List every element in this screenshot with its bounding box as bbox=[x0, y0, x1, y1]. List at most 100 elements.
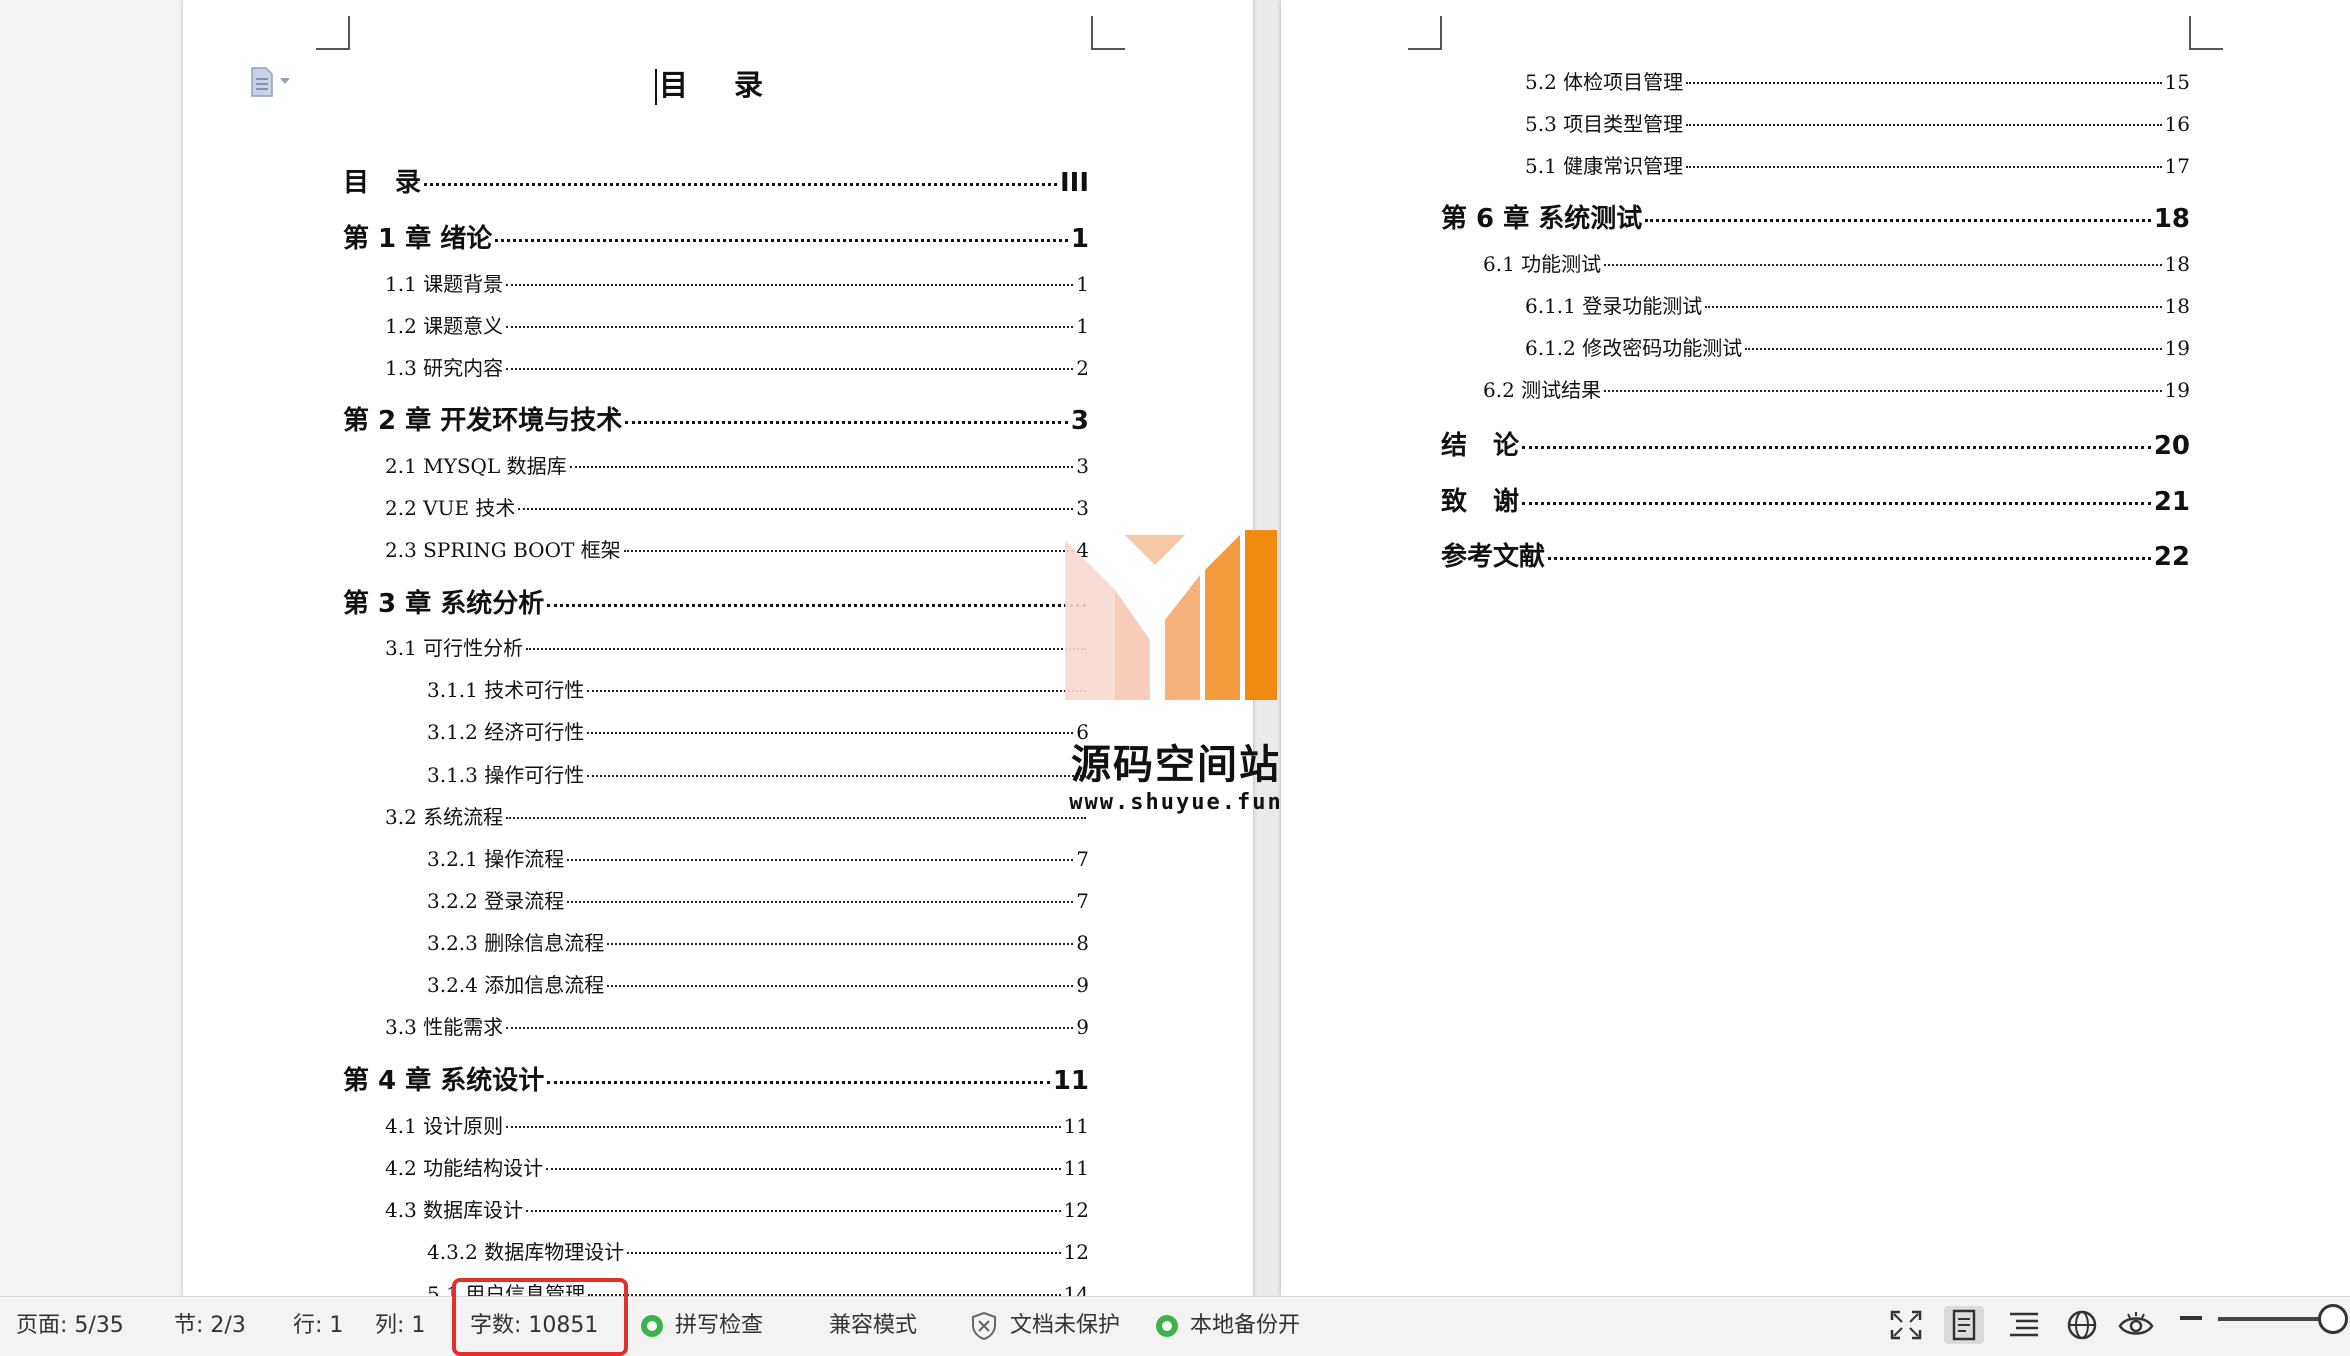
toc-leader-dots bbox=[1686, 124, 2162, 126]
toc-entry-label: 2.3 SPRING BOOT 框架 bbox=[385, 538, 621, 562]
toc-leader-dots bbox=[1686, 166, 2162, 168]
toc-entry[interactable]: 4.3.2 数据库物理设计 12 bbox=[427, 1236, 1089, 1265]
toc-leader-dots bbox=[1705, 306, 2162, 308]
toc-entry[interactable]: 3.1 可行性分析 bbox=[385, 632, 1089, 661]
status-column[interactable]: 列: 1 bbox=[375, 1297, 425, 1355]
toc-entry[interactable]: 6.1.1 登录功能测试 18 bbox=[1525, 290, 2190, 319]
toc-entry-page: 17 bbox=[2164, 154, 2190, 178]
toc-entry[interactable]: 结 论 20 bbox=[1441, 425, 2190, 462]
toc-entry[interactable]: 第 1 章 绪论 1 bbox=[343, 218, 1089, 255]
toc-entry-label: 第 1 章 绪论 bbox=[343, 224, 493, 254]
toc-entry[interactable]: 4.2 功能结构设计 11 bbox=[385, 1152, 1089, 1181]
toc-title[interactable]: 目 录 bbox=[183, 62, 1253, 105]
backup-ok-icon bbox=[1156, 1315, 1178, 1337]
toc-entry-label: 3.3 性能需求 bbox=[385, 1015, 504, 1039]
toc-entry[interactable]: 第 6 章 系统测试 18 bbox=[1441, 198, 2190, 235]
toc-entry[interactable]: 5.1 健康常识管理 17 bbox=[1525, 150, 2190, 179]
reading-mode-eye-icon[interactable] bbox=[2116, 1306, 2156, 1344]
toc-entry[interactable]: 5.3 项目类型管理 16 bbox=[1525, 108, 2190, 137]
toc-entry[interactable]: 6.1.2 修改密码功能测试 19 bbox=[1525, 332, 2190, 361]
toc-entry-page: 21 bbox=[2153, 487, 2190, 517]
toc-entry[interactable]: 3.1.3 操作可行性 bbox=[427, 759, 1089, 788]
toc-entry-label: 3.2.4 添加信息流程 bbox=[427, 973, 605, 997]
toc-entry-label: 3.1.1 技术可行性 bbox=[427, 678, 585, 702]
toc-entry[interactable]: 第 3 章 系统分析 bbox=[343, 583, 1089, 620]
status-backup[interactable]: 本地备份开 bbox=[1156, 1297, 1300, 1355]
status-page[interactable]: 页面: 5/35 bbox=[16, 1297, 124, 1355]
toc-entry-label: 4.3 数据库设计 bbox=[385, 1198, 524, 1222]
toc-entry[interactable]: 目 录 III bbox=[343, 162, 1089, 199]
zoom-slider-handle[interactable] bbox=[2318, 1304, 2348, 1334]
toc-leader-dots bbox=[627, 1252, 1061, 1254]
toc-entry-page: III bbox=[1059, 168, 1089, 198]
toc-entry-page: 18 bbox=[2164, 294, 2190, 318]
zoom-slider-track[interactable] bbox=[2218, 1317, 2330, 1321]
toc-entry[interactable]: 3.2.2 登录流程 7 bbox=[427, 885, 1089, 914]
toc-entry-label: 6.1.2 修改密码功能测试 bbox=[1525, 336, 1743, 360]
toc-leader-dots bbox=[587, 690, 1086, 692]
toc-entry-label: 6.2 测试结果 bbox=[1483, 378, 1602, 402]
toc-entry-page: 15 bbox=[2164, 70, 2190, 94]
zoom-out-icon[interactable] bbox=[2180, 1316, 2202, 1320]
crop-mark-top-right bbox=[2189, 16, 2223, 50]
status-doc-protect[interactable]: 文档未保护 bbox=[970, 1297, 1120, 1355]
toc-entry[interactable]: 致 谢 21 bbox=[1441, 481, 2190, 518]
toc-entry[interactable]: 4.3 数据库设计 12 bbox=[385, 1194, 1089, 1223]
toc-leader-dots bbox=[506, 817, 1086, 819]
toc-entry[interactable]: 1.3 研究内容 2 bbox=[385, 352, 1089, 381]
toc-entry-page: 18 bbox=[2164, 252, 2190, 276]
toc-entry[interactable]: 3.2.1 操作流程 7 bbox=[427, 843, 1089, 872]
toc-entry-page: 1 bbox=[1070, 224, 1089, 254]
toc-entry-page: 9 bbox=[1076, 973, 1089, 997]
toc-entry[interactable]: 3.1.1 技术可行性 bbox=[427, 674, 1089, 703]
toc-leader-dots bbox=[547, 1081, 1050, 1084]
toc-entry-page: 12 bbox=[1063, 1198, 1089, 1222]
toc-leader-dots bbox=[1686, 82, 2162, 84]
status-compat-mode[interactable]: 兼容模式 bbox=[829, 1297, 917, 1355]
toc-entry[interactable]: 1.1 课题背景 1 bbox=[385, 268, 1089, 297]
status-line[interactable]: 行: 1 bbox=[293, 1297, 343, 1355]
toc-leader-dots bbox=[506, 284, 1074, 286]
toc-entry[interactable]: 5.2 体检项目管理 15 bbox=[1525, 66, 2190, 95]
status-spell-check[interactable]: 拼写检查 bbox=[641, 1297, 763, 1355]
toc-entry[interactable]: 3.3 性能需求 9 bbox=[385, 1011, 1089, 1040]
toc-entry[interactable]: 4.1 设计原则 11 bbox=[385, 1110, 1089, 1139]
watermark-url: www.shuyue.fun bbox=[1069, 790, 1283, 815]
toc-entry[interactable]: 2.3 SPRING BOOT 框架 4 bbox=[385, 534, 1089, 563]
web-view-globe-icon[interactable] bbox=[2062, 1306, 2102, 1344]
toc-leader-dots bbox=[1522, 502, 2151, 505]
check-ok-icon bbox=[641, 1315, 663, 1337]
status-section[interactable]: 节: 2/3 bbox=[174, 1297, 246, 1355]
toc-entry[interactable]: 2.2 VUE 技术 3 bbox=[385, 492, 1089, 521]
toc-entry-label: 结 论 bbox=[1441, 431, 1520, 461]
toc-entry-page: 1 bbox=[1076, 272, 1089, 296]
toc-entry-label: 4.1 设计原则 bbox=[385, 1114, 504, 1138]
toc-entry[interactable]: 第 4 章 系统设计 11 bbox=[343, 1060, 1089, 1097]
status-bar: 页面: 5/35 节: 2/3 行: 1 列: 1 字数: 10851 拼写检查… bbox=[0, 1296, 2350, 1355]
toc-entry[interactable]: 3.2.4 添加信息流程 9 bbox=[427, 969, 1089, 998]
toc-entry[interactable]: 6.2 测试结果 19 bbox=[1483, 374, 2190, 403]
toc-leader-dots bbox=[569, 466, 1074, 468]
document-page-right[interactable]: 5.2 体检项目管理 15 5.3 项目类型管理 16 5.1 健康常识管理 17 第 6 … bbox=[1281, 0, 2350, 1296]
toc-entry[interactable]: 3.2 系统流程 bbox=[385, 801, 1089, 830]
toc-entry[interactable]: 6.1 功能测试 18 bbox=[1483, 248, 2190, 277]
toc-entry-page: 11 bbox=[1052, 1066, 1089, 1096]
shield-icon bbox=[972, 1311, 996, 1341]
toc-entry[interactable]: 3.2.3 删除信息流程 8 bbox=[427, 927, 1089, 956]
toc-entry[interactable]: 2.1 MYSQL 数据库 3 bbox=[385, 450, 1089, 479]
toc-entry[interactable]: 参考文献 22 bbox=[1441, 536, 2190, 573]
toc-entry[interactable]: 1.2 课题意义 1 bbox=[385, 310, 1089, 339]
toc-leader-dots bbox=[623, 550, 1074, 552]
fullscreen-icon[interactable] bbox=[1886, 1306, 1926, 1344]
outline-view-icon[interactable] bbox=[2004, 1306, 2044, 1344]
toc-entry-page: 19 bbox=[2164, 378, 2190, 402]
toc-leader-dots bbox=[567, 859, 1074, 861]
word-count-highlight-box bbox=[452, 1278, 628, 1356]
page-view-icon[interactable] bbox=[1944, 1306, 1984, 1344]
toc-entry-label: 3.2 系统流程 bbox=[385, 805, 504, 829]
toc-entry[interactable]: 3.1.2 经济可行性 6 bbox=[427, 716, 1089, 745]
toc-entry-page: 18 bbox=[2153, 204, 2190, 234]
toc-entry[interactable]: 第 2 章 开发环境与技术 3 bbox=[343, 400, 1089, 437]
text-cursor bbox=[654, 69, 657, 105]
toc-leader-dots bbox=[526, 1210, 1061, 1212]
